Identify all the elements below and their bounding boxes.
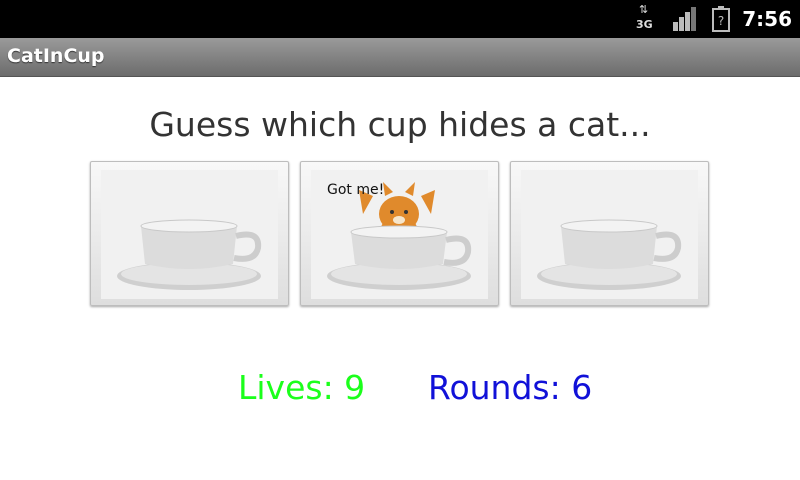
svg-text:?: ? [718,14,724,28]
game-prompt: Guess which cup hides a cat... [149,105,651,144]
teacup-icon [327,225,472,290]
lives-counter: Lives: 9 [238,368,366,407]
cup-image-2: Got me! [311,170,488,299]
cup-image-1 [101,170,278,299]
network-type-label: 3G [636,18,653,31]
signal-icon [673,7,696,31]
cat-caption: Got me! [327,182,385,198]
cup-button-2[interactable]: Got me! [300,161,499,306]
cup-button-3[interactable] [510,161,709,306]
teacup-icon [537,219,682,290]
mobile-data-icon: ⇅ 3G [636,3,656,32]
data-arrows-icon: ⇅ [639,3,649,16]
rounds-counter: Rounds: 6 [428,368,593,407]
battery-unknown-icon: ? [712,6,730,32]
cup-button-1[interactable] [90,161,289,306]
teacup-icon [117,219,262,290]
title-bar: CatInCup [0,38,800,77]
clock: 7:56 [742,7,792,31]
app-title: CatInCup [7,45,105,67]
status-bar: ⇅ 3G ? 7:56 [0,0,800,38]
cup-image-3 [521,170,698,299]
